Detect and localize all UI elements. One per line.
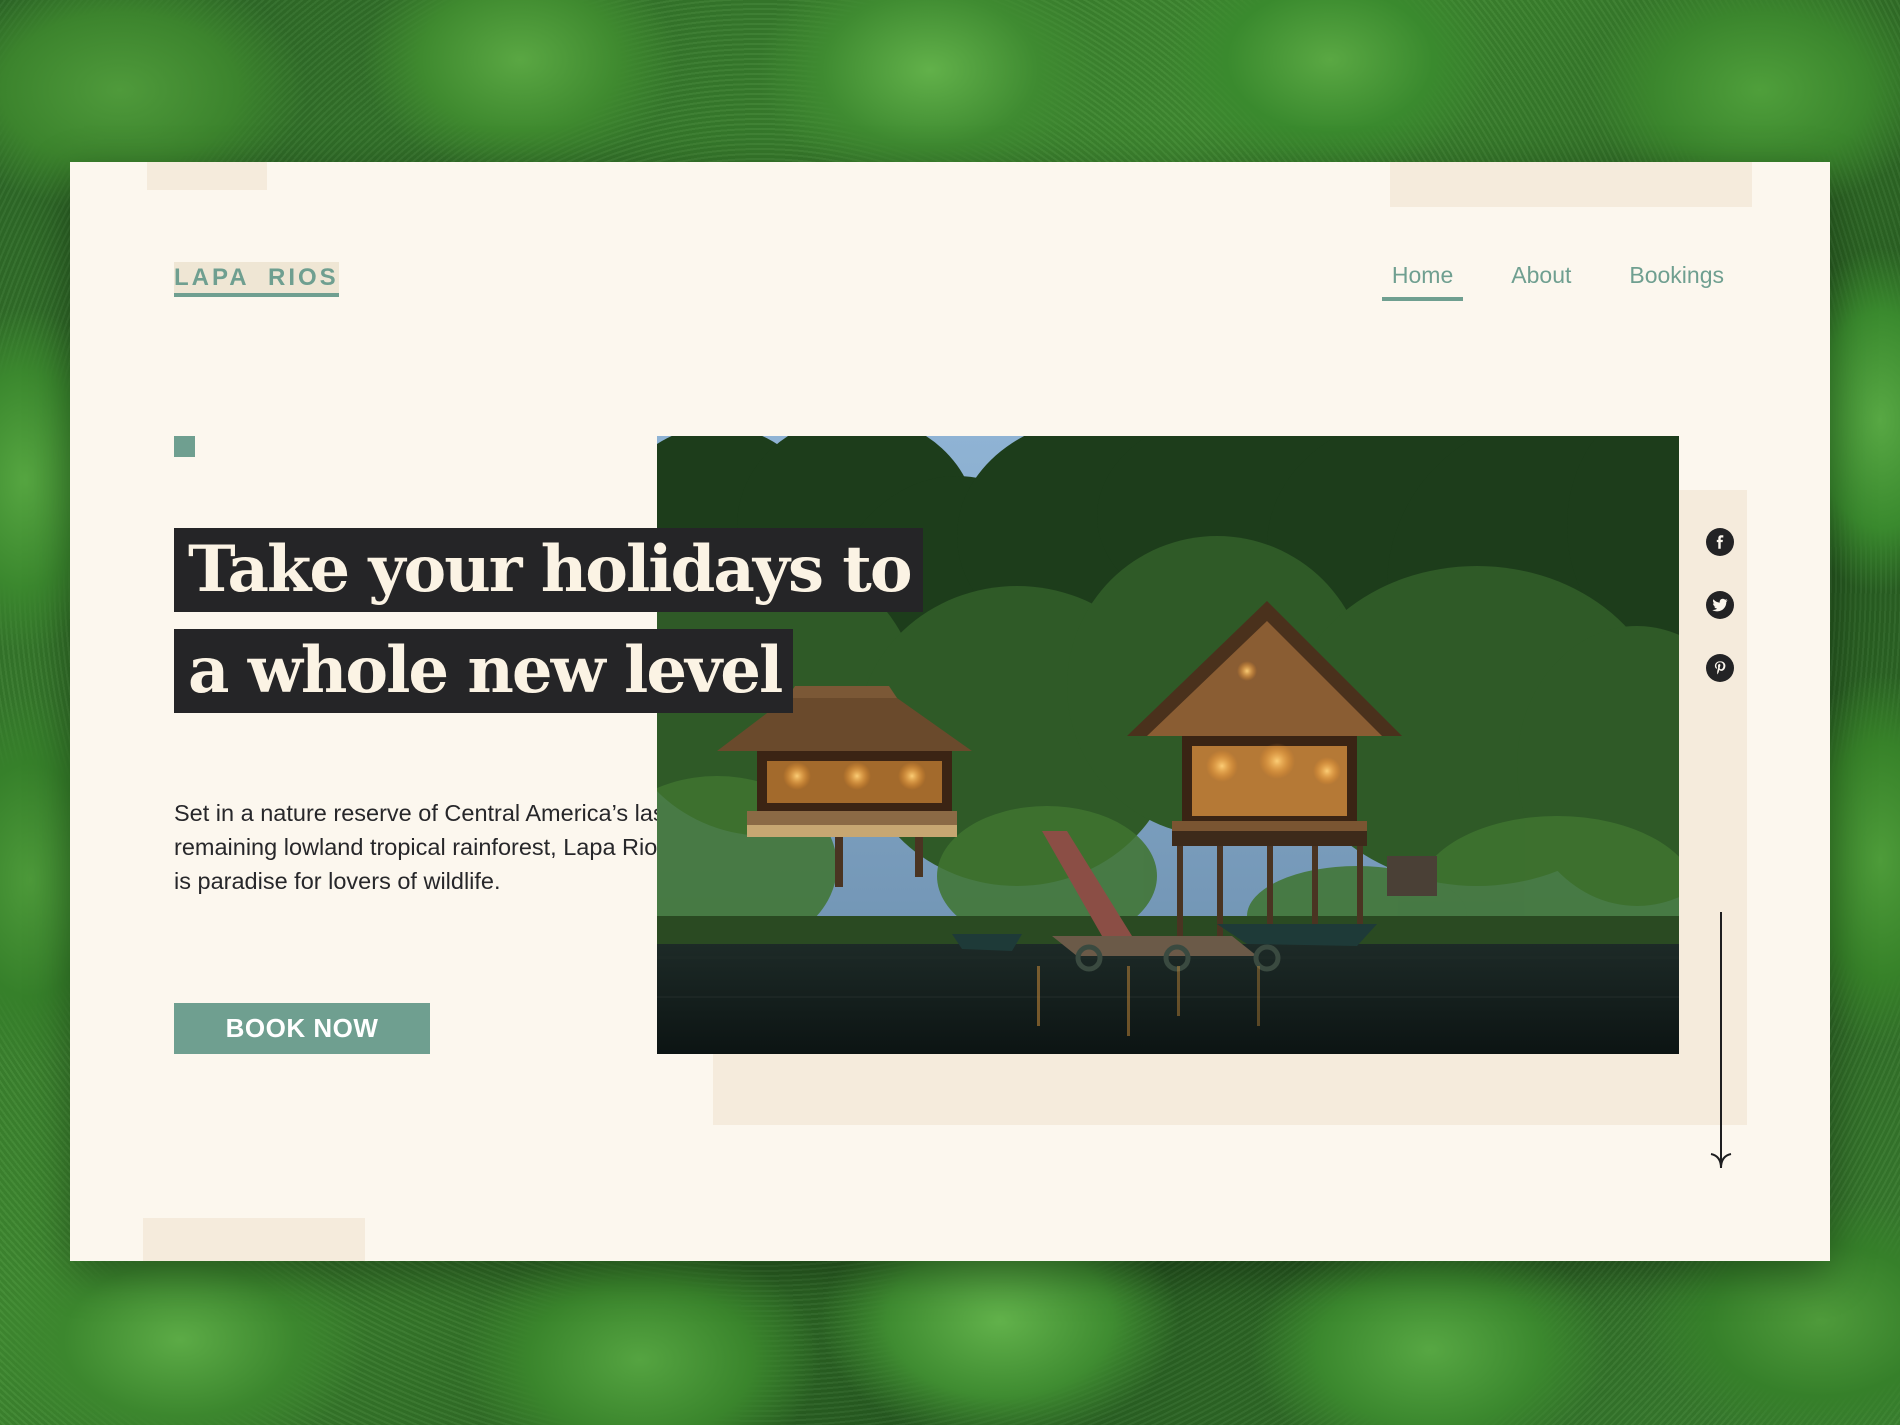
twitter-glyph <box>1712 598 1728 612</box>
headline-line-1: Take your holidays to <box>174 528 923 612</box>
facebook-icon[interactable] <box>1706 528 1734 556</box>
hero-card: LAPA RIOS Home About Bookings Take your … <box>70 162 1830 1261</box>
hero-description: Set in a nature reserve of Central Ameri… <box>174 800 672 894</box>
book-now-button[interactable]: BOOK NOW <box>174 1003 430 1054</box>
nav-about[interactable]: About <box>1501 258 1581 301</box>
brand-logo[interactable]: LAPA RIOS <box>174 262 339 297</box>
twitter-icon[interactable] <box>1706 591 1734 619</box>
arrow-down-icon[interactable] <box>1709 912 1733 1170</box>
hero-headline: Take your holidays to a whole new level <box>174 528 923 730</box>
pinterest-glyph <box>1714 660 1726 674</box>
headline-line-2: a whole new level <box>174 629 794 713</box>
decor-block-top-right <box>1390 162 1752 207</box>
pinterest-icon[interactable] <box>1706 654 1734 682</box>
main-nav: Home About Bookings <box>1381 258 1734 301</box>
facebook-glyph <box>1716 535 1724 549</box>
decor-block-bottom-left <box>143 1218 365 1261</box>
decor-block-top-left <box>147 162 267 190</box>
nav-home[interactable]: Home <box>1381 258 1464 301</box>
nav-bookings[interactable]: Bookings <box>1619 258 1734 301</box>
accent-square <box>174 436 195 457</box>
